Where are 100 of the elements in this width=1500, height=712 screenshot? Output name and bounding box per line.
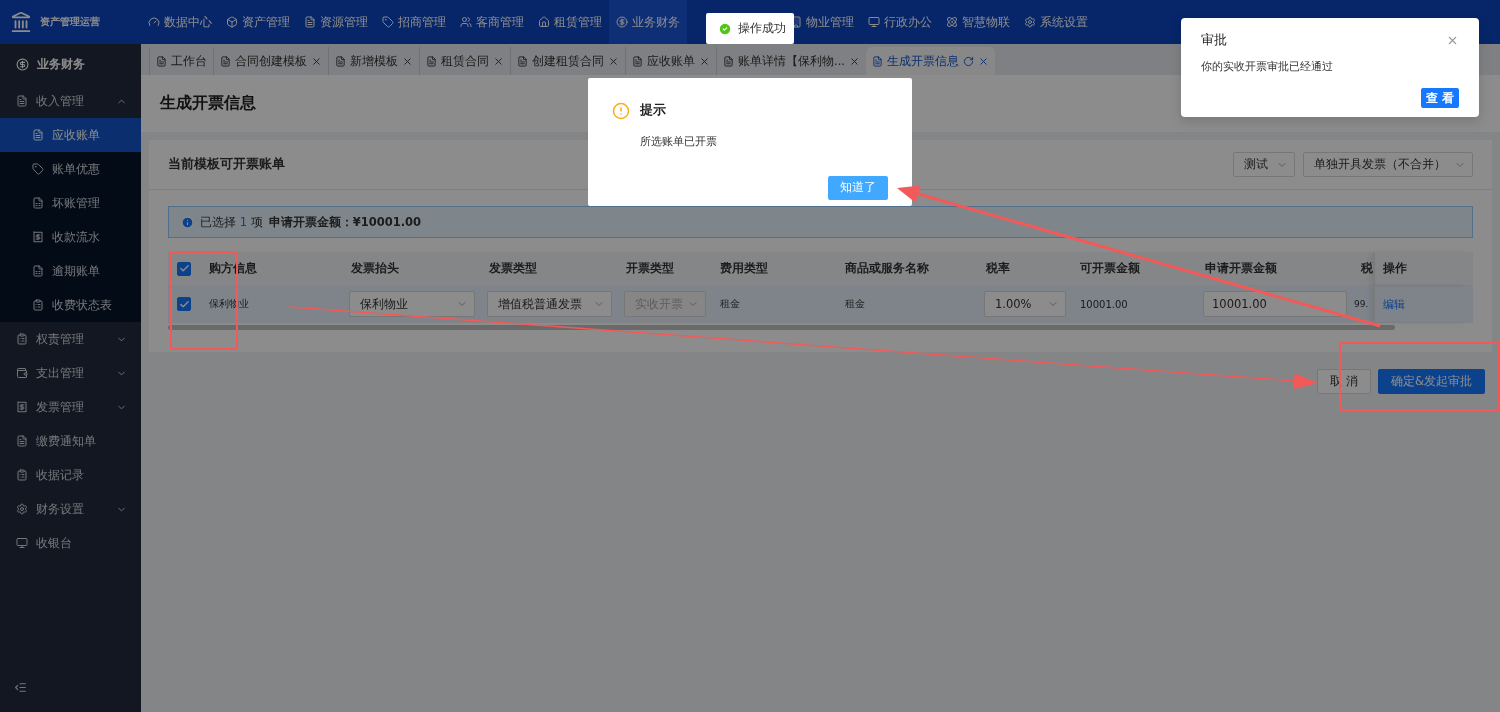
document-icon xyxy=(16,435,28,447)
close-icon[interactable] xyxy=(608,55,619,67)
monitor-icon xyxy=(868,16,880,28)
receipt-icon xyxy=(16,401,28,413)
nav-item[interactable]: 资产管理 xyxy=(219,0,297,44)
sidebar-section: 业务财务 xyxy=(0,44,141,84)
select-field[interactable]: 测试 xyxy=(1233,152,1295,177)
column-header: 费用类型 xyxy=(719,261,769,276)
settings-icon xyxy=(16,503,28,515)
sidebar-subitem[interactable]: 坏账管理 xyxy=(0,186,141,220)
card-title: 当前模板可开票账单 xyxy=(168,156,286,173)
document-icon xyxy=(426,55,437,67)
house-icon xyxy=(538,16,550,28)
row-checkbox[interactable] xyxy=(177,297,191,311)
sidebar-item[interactable]: 支出管理 xyxy=(0,356,141,390)
close-icon[interactable] xyxy=(402,55,413,67)
sidebar-item[interactable]: 财务设置 xyxy=(0,492,141,526)
tag-icon xyxy=(382,16,394,28)
nav-item[interactable]: 资源管理 xyxy=(297,0,375,44)
check-icon xyxy=(178,263,190,274)
column-header: 申请开票金额 xyxy=(1204,261,1278,276)
confirm-button[interactable]: 确定&发起审批 xyxy=(1378,369,1485,394)
spreadsheet-icon xyxy=(32,197,44,209)
nav-item[interactable]: 业务财务 xyxy=(609,0,687,44)
select-field[interactable]: 1.00% xyxy=(984,291,1066,317)
notification-title: 审批 xyxy=(1201,32,1227,49)
cube-icon xyxy=(226,16,238,28)
nav-item[interactable]: 租赁管理 xyxy=(531,0,609,44)
close-icon[interactable] xyxy=(1446,34,1459,47)
sidebar-item[interactable]: 权责管理 xyxy=(0,322,141,356)
document-icon xyxy=(871,55,883,67)
close-icon[interactable] xyxy=(977,55,989,67)
coin-icon xyxy=(616,16,628,28)
sidebar-item[interactable]: 发票管理 xyxy=(0,390,141,424)
nav-item[interactable]: 智慧物联 xyxy=(939,0,1017,44)
selection-count: 已选择 1 项 xyxy=(200,214,263,230)
sidebar-item[interactable]: 收银台 xyxy=(0,526,141,560)
table-cell-text: 租金 xyxy=(844,297,866,311)
success-icon xyxy=(718,21,732,36)
sidebar-subitem[interactable]: 账单优惠 xyxy=(0,152,141,186)
scrollbar[interactable] xyxy=(168,325,1395,330)
collapse-icon[interactable] xyxy=(14,681,27,694)
close-icon[interactable] xyxy=(699,55,710,67)
gauge-icon xyxy=(148,16,160,28)
sidebar-item[interactable]: 收入管理 xyxy=(0,84,141,118)
close-icon[interactable] xyxy=(493,55,504,67)
refresh-icon[interactable] xyxy=(962,55,974,67)
clipboard-icon xyxy=(16,469,28,481)
dialog-title: 提示 xyxy=(640,102,667,119)
sidebar-subitem[interactable]: 收款流水 xyxy=(0,220,141,254)
sidebar-subitem[interactable]: 逾期账单 xyxy=(0,254,141,288)
sidebar-item[interactable]: 收据记录 xyxy=(0,458,141,492)
column-header: 操作 xyxy=(1382,261,1407,276)
edit-link[interactable]: 编辑 xyxy=(1375,296,1405,312)
table-cell-text: 10001.00 xyxy=(1079,298,1129,310)
table-cell-text: 99. xyxy=(1353,299,1370,309)
sidebar-item[interactable]: 缴费通知单 xyxy=(0,424,141,458)
column-header: 税率 xyxy=(985,261,1011,276)
document-icon xyxy=(304,16,316,28)
monitor-icon xyxy=(16,537,28,549)
document-icon xyxy=(335,55,346,67)
coin-icon xyxy=(16,57,29,71)
nav-item[interactable]: 系统设置 xyxy=(1017,0,1095,44)
select-field[interactable]: 增值税普通发票 xyxy=(487,291,612,317)
column-header: 发票类型 xyxy=(488,261,538,276)
page-tab[interactable]: 生成开票信息 xyxy=(865,47,995,75)
select-field[interactable]: 单独开具发票（不合并） xyxy=(1303,152,1473,177)
ok-button[interactable]: 知道了 xyxy=(828,175,888,200)
column-header: 商品或服务名称 xyxy=(844,261,930,276)
nav-item[interactable]: 行政办公 xyxy=(861,0,939,44)
receipt-icon xyxy=(32,231,44,243)
page-title: 生成开票信息 xyxy=(160,93,256,114)
column-header: 发票抬头 xyxy=(350,261,400,276)
amount-summary: 申请开票金额：¥10001.00 xyxy=(268,214,422,230)
select-all-checkbox[interactable] xyxy=(177,261,191,276)
wallet-icon xyxy=(16,367,28,379)
nav-item[interactable]: 招商管理 xyxy=(375,0,453,44)
view-button[interactable]: 查 看 xyxy=(1421,88,1459,108)
users-icon xyxy=(460,16,472,28)
clipboard-icon xyxy=(16,333,28,345)
info-icon xyxy=(181,215,194,229)
nav-item[interactable]: 客商管理 xyxy=(453,0,531,44)
document-icon xyxy=(32,129,44,141)
spreadsheet-icon xyxy=(32,265,44,277)
tag-icon xyxy=(32,163,44,175)
logo-icon xyxy=(10,11,32,33)
input-field[interactable]: 10001.00 xyxy=(1203,291,1347,317)
notification-message: 你的实收开票审批已经通过 xyxy=(1201,59,1334,74)
table-cell-text: 租金 xyxy=(719,297,741,311)
nav-item[interactable]: 数据中心 xyxy=(141,0,219,44)
document-icon xyxy=(723,55,734,67)
column-header: 可开票金额 xyxy=(1079,261,1141,276)
sidebar-subitem[interactable]: 收费状态表 xyxy=(0,288,141,322)
sidebar-subitem[interactable]: 应收账单 xyxy=(0,118,141,152)
close-icon[interactable] xyxy=(848,55,860,67)
column-header: 税 xyxy=(1360,261,1374,276)
select-field[interactable]: 保利物业 xyxy=(349,291,475,317)
app-title: 资产管理运营 xyxy=(40,15,100,29)
close-icon[interactable] xyxy=(311,55,322,67)
settings-icon xyxy=(1024,16,1036,28)
